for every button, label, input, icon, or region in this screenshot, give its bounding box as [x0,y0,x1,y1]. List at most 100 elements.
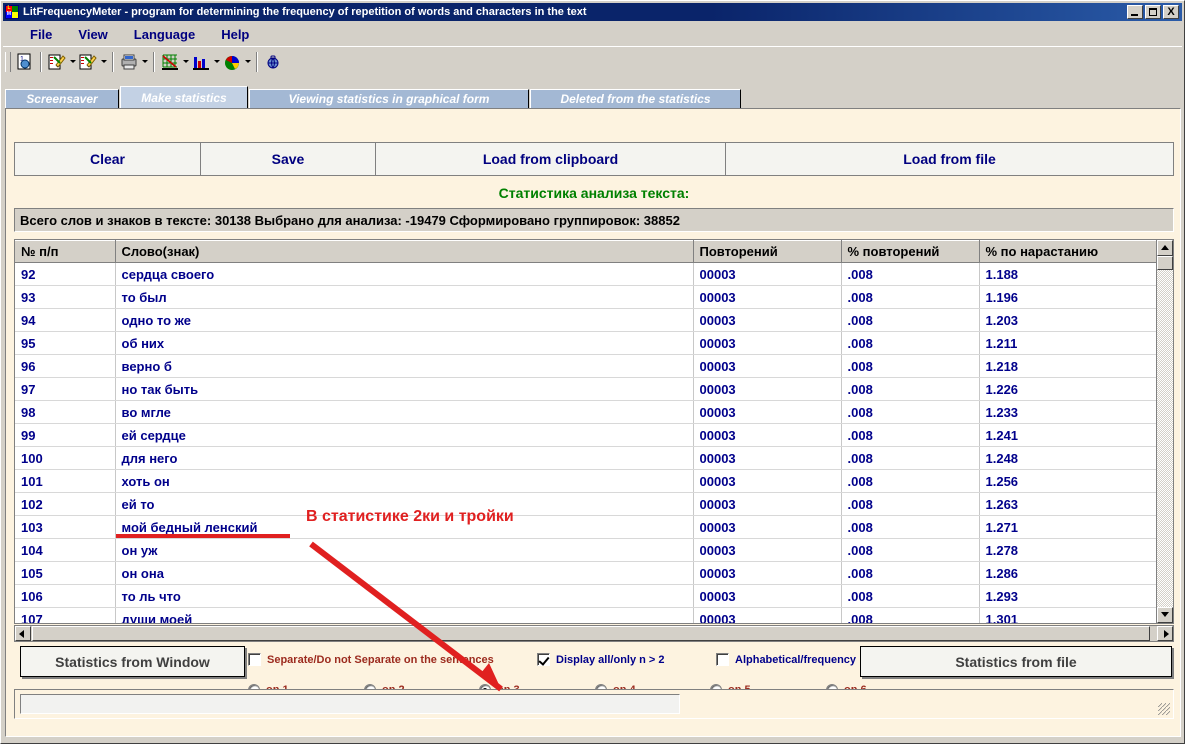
cell-cumulative: 1.278 [979,538,1157,562]
bar-chart-icon[interactable] [190,51,212,73]
checkbox-separate-sentences[interactable]: Separate/Do not Separate on the sentence… [248,653,494,666]
printer-dropdown-arrow[interactable] [140,51,149,73]
vertical-scroll-thumb[interactable] [1157,256,1173,270]
table-row[interactable]: 94 одно то же 00003 .008 1.203 [15,308,1157,332]
column-header-index[interactable]: № п/п [15,240,116,263]
table-row[interactable]: 102 ей то 00003 .008 1.263 [15,492,1157,516]
cell-cumulative: 1.188 [979,262,1157,286]
checkbox-alphabetical-frequency-box[interactable] [716,653,729,666]
cell-repeats: 00003 [693,308,842,332]
line-chart-icon[interactable] [159,51,181,73]
table-row[interactable]: 107 души моей 00003 .008 1.301 [15,607,1157,623]
cell-word: то ль что [115,584,694,608]
statistics-table: № п/п Слово(знак) Повторений % повторени… [15,240,1157,623]
menu-item-help[interactable]: Help [208,25,262,44]
maximize-button[interactable] [1145,5,1161,19]
globe-icon[interactable] [262,51,284,73]
cell-cumulative: 1.263 [979,492,1157,516]
scroll-right-button[interactable] [1157,626,1173,641]
cell-cumulative: 1.256 [979,469,1157,493]
chevron-right-icon [1164,630,1169,638]
cell-repeats: 00003 [693,262,842,286]
chevron-left-icon [19,630,24,638]
scroll-down-button[interactable] [1157,607,1173,623]
cell-word: он уж [115,538,694,562]
scroll-up-button[interactable] [1157,240,1173,256]
cell-cumulative: 1.218 [979,354,1157,378]
cell-cumulative: 1.226 [979,377,1157,401]
printer-icon[interactable] [118,51,140,73]
cell-repeats: 00003 [693,446,842,470]
cell-pct: .008 [841,607,980,623]
table-row[interactable]: 98 во мгле 00003 .008 1.233 [15,400,1157,424]
document-preview-icon[interactable]: 1 [14,51,36,73]
table-row[interactable]: 105 он она 00003 .008 1.286 [15,561,1157,585]
horizontal-scroll-thumb[interactable] [32,626,1150,641]
menu-item-file[interactable]: File [17,25,65,44]
table-row[interactable]: 101 хоть он 00003 .008 1.256 [15,469,1157,493]
table-row[interactable]: 97 но так быть 00003 .008 1.226 [15,377,1157,401]
cell-repeats: 00003 [693,607,842,623]
cell-repeats: 00003 [693,285,842,309]
cell-repeats: 00003 [693,492,842,516]
minimize-button[interactable] [1127,5,1143,19]
pie-chart-dropdown-arrow[interactable] [243,51,252,73]
statistics-from-file-button[interactable]: Statistics from file [860,646,1172,677]
bar-chart-dropdown-arrow[interactable] [212,51,221,73]
table-row[interactable]: 92 сердца своего 00003 .008 1.188 [15,262,1157,286]
table-vertical-scrollbar[interactable] [1156,240,1173,623]
load-from-file-button[interactable]: Load from file [726,143,1173,175]
cell-repeats: 00003 [693,331,842,355]
checkbox-alphabetical-frequency-label: Alphabetical/frequency [735,653,857,666]
resize-grip-icon[interactable] [1158,703,1170,715]
checkbox-display-all-box[interactable] [537,653,550,666]
menu-item-view[interactable]: View [65,25,120,44]
toolbar-grip[interactable] [5,51,11,72]
column-header-word[interactable]: Слово(знак) [115,240,694,263]
cell-word: то был [115,285,694,309]
column-header-repeats[interactable]: Повторений [693,240,842,263]
table-row[interactable]: 104 он уж 00003 .008 1.278 [15,538,1157,562]
checkbox-display-all-label: Display all/only n > 2 [556,653,665,666]
pie-chart-icon[interactable] [221,51,243,73]
edit-report-dropdown-arrow[interactable] [68,51,77,73]
column-header-cumulative[interactable]: % по нарастанию [979,240,1157,263]
cell-word: ей то [115,492,694,516]
tab-screensaver[interactable]: Screensaver [5,89,119,108]
cell-word: об них [115,331,694,355]
load-from-clipboard-button[interactable]: Load from clipboard [376,143,726,175]
tab-strip: Screensaver Make statistics Viewing stat… [5,86,1181,108]
table-row[interactable]: 99 ей сердце 00003 .008 1.241 [15,423,1157,447]
save-button[interactable]: Save [201,143,376,175]
window-title: LitFrequencyMeter - program for determin… [23,6,587,18]
line-chart-dropdown-arrow[interactable] [181,51,190,73]
tab-viewing-statistics-graphical[interactable]: Viewing statistics in graphical form [249,89,529,108]
menu-item-language[interactable]: Language [121,25,208,44]
statistics-from-window-button[interactable]: Statistics from Window [20,646,245,677]
checkbox-display-all[interactable]: Display all/only n > 2 [537,653,665,666]
edit-report-alt-dropdown-arrow[interactable] [99,51,108,73]
checkbox-alphabetical-frequency[interactable]: Alphabetical/frequency [716,653,856,666]
tab-deleted-from-statistics[interactable]: Deleted from the statistics [530,89,741,108]
tab-make-statistics[interactable]: Make statistics [120,86,248,108]
table-row[interactable]: 93 то был 00003 .008 1.196 [15,285,1157,309]
table-row[interactable]: 96 верно б 00003 .008 1.218 [15,354,1157,378]
table-horizontal-scrollbar[interactable] [14,625,1174,642]
clear-button[interactable]: Clear [15,143,201,175]
cell-pct: .008 [841,561,980,585]
cell-word: одно то же [115,308,694,332]
cell-word: но так быть [115,377,694,401]
checkbox-separate-sentences-box[interactable] [248,653,261,666]
cell-cumulative: 1.203 [979,308,1157,332]
scroll-left-button[interactable] [15,626,31,641]
cell-index: 95 [15,331,116,355]
edit-report-alt-icon[interactable] [77,51,99,73]
edit-report-icon[interactable] [46,51,68,73]
table-row[interactable]: 100 для него 00003 .008 1.248 [15,446,1157,470]
vertical-scroll-track[interactable] [1157,256,1173,607]
column-header-pct[interactable]: % повторений [841,240,980,263]
close-button[interactable]: X [1163,5,1179,19]
table-row[interactable]: 106 то ль что 00003 .008 1.293 [15,584,1157,608]
table-row[interactable]: 95 об них 00003 .008 1.211 [15,331,1157,355]
table-row-highlighted[interactable]: 103 мой бедный ленский 00003 .008 1.271 [15,515,1157,539]
